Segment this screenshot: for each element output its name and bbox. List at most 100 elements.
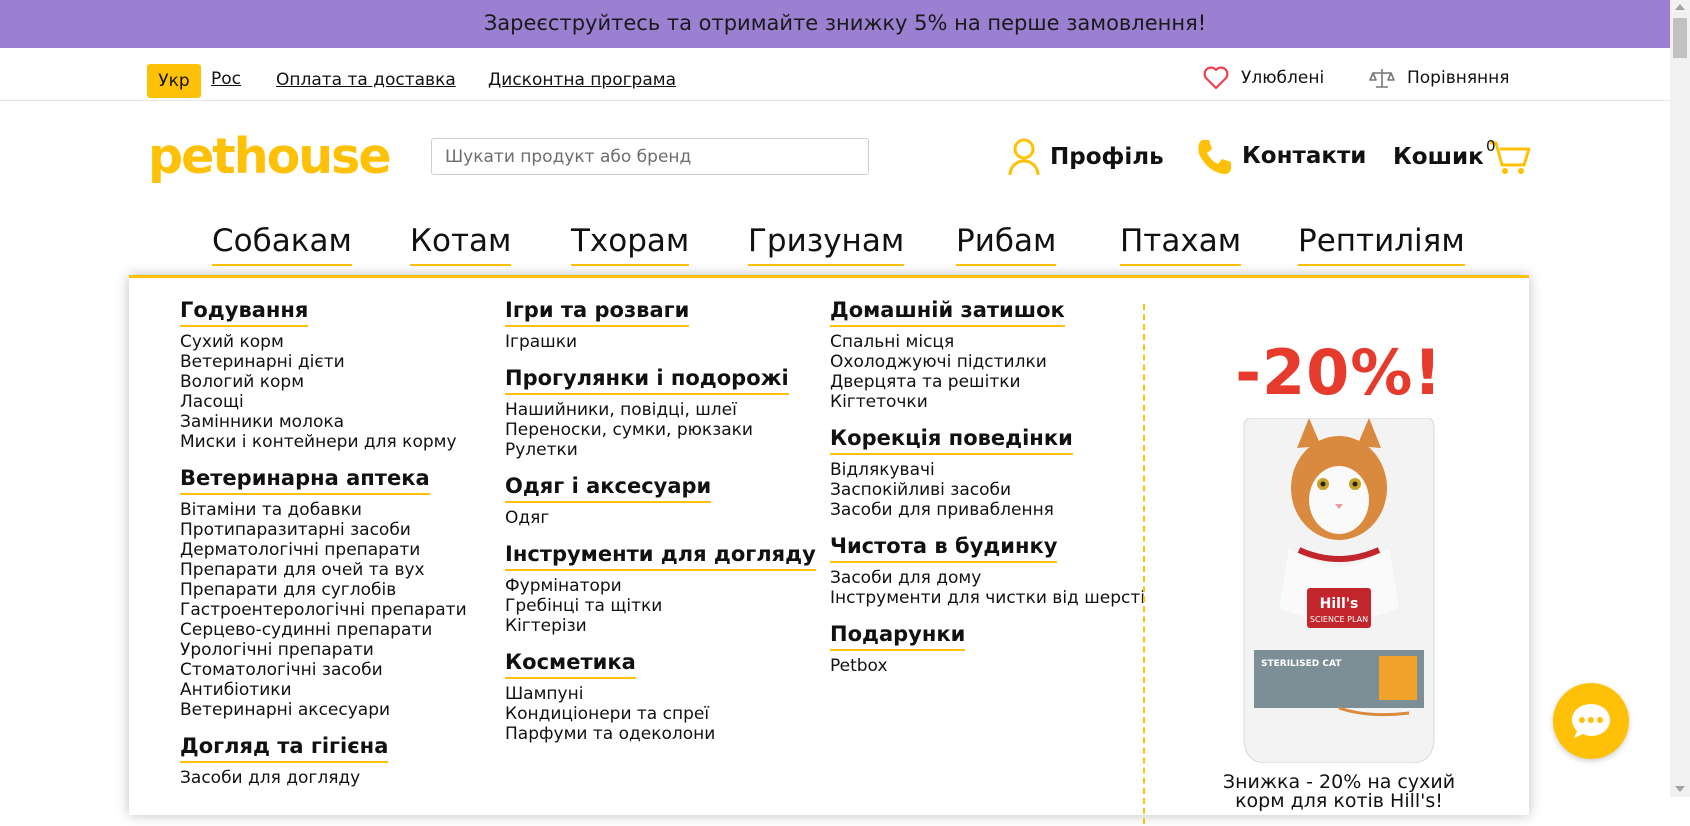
group-title-cosmetics[interactable]: Косметика [505, 650, 636, 679]
menu-group: Одяг і аксесуари Одяг [505, 474, 816, 528]
scroll-up-arrow-icon[interactable] [1675, 4, 1685, 10]
menu-link[interactable]: Сухий корм [180, 332, 467, 352]
menu-link[interactable]: Вітаміни та добавки [180, 500, 467, 520]
compare-link[interactable]: Порівняння [1369, 66, 1510, 90]
menu-link[interactable]: Відлякувачі [830, 460, 1145, 480]
profile-label: Профіль [1050, 144, 1164, 170]
menu-link[interactable]: Спальні місця [830, 332, 1145, 352]
menu-column-2: Ігри та розваги Іграшки Прогулянки і под… [505, 298, 816, 758]
menu-link[interactable]: Препарати для суглобів [180, 580, 467, 600]
menu-link[interactable]: Заспокійливі засоби [830, 480, 1145, 500]
menu-link[interactable]: Засоби для дому [830, 568, 1145, 588]
menu-link[interactable]: Препарати для очей та вух [180, 560, 467, 580]
menu-link[interactable]: Стоматологічні засоби [180, 660, 467, 680]
menu-link[interactable]: Гастроентерологічні препарати [180, 600, 467, 620]
mega-menu: Годування Сухий корм Ветеринарні дієти В… [129, 275, 1529, 824]
group-title-gifts[interactable]: Подарунки [830, 622, 966, 651]
menu-link[interactable]: Рулетки [505, 440, 816, 460]
nav-reptiles[interactable]: Рептиліям [1298, 223, 1465, 266]
search-input[interactable] [431, 138, 869, 175]
cart-label: Кошик [1393, 144, 1484, 170]
menu-link[interactable]: Фурмінатори [505, 576, 816, 596]
nav-fish[interactable]: Рибам [956, 223, 1057, 266]
menu-link[interactable]: Шампуні [505, 684, 816, 704]
scales-icon [1369, 69, 1395, 88]
lang-ukr-button[interactable]: Укр [147, 64, 201, 98]
menu-group: Косметика Шампуні Кондиціонери та спреї … [505, 650, 816, 744]
menu-link[interactable]: Інструменти для чистки від шерсті [830, 588, 1145, 608]
group-title-clothes[interactable]: Одяг і аксесуари [505, 474, 712, 503]
menu-link[interactable]: Petbox [830, 656, 1145, 676]
group-title-cleaning[interactable]: Чистота в будинку [830, 534, 1058, 563]
group-title-games[interactable]: Ігри та розваги [505, 298, 690, 327]
menu-link[interactable]: Вологий корм [180, 372, 467, 392]
lang-ros-link[interactable]: Рос [211, 69, 241, 89]
group-title-vet-pharmacy[interactable]: Ветеринарна аптека [180, 466, 430, 495]
profile-button[interactable]: Профіль [1006, 137, 1164, 177]
discount-program-link[interactable]: Дисконтна програма [488, 70, 676, 90]
menu-link[interactable]: Гребінці та щітки [505, 596, 816, 616]
scroll-thumb[interactable] [1673, 18, 1687, 58]
menu-link[interactable]: Кондиціонери та спреї [505, 704, 816, 724]
nav-birds[interactable]: Птахам [1120, 223, 1242, 266]
menu-link[interactable]: Одяг [505, 508, 816, 528]
category-nav: Собакам Котам Тхорам Гризунам Рибам Птах… [0, 218, 1670, 274]
menu-link[interactable]: Іграшки [505, 332, 816, 352]
cat-food-bag-image: Hill's SCIENCE PLAN STERILISED CAT [1243, 418, 1435, 763]
menu-group: Інструменти для догляду Фурмінатори Греб… [505, 542, 816, 636]
pethouse-logo[interactable]: pethouse [148, 131, 390, 183]
menu-link[interactable]: Дерматологічні препарати [180, 540, 467, 560]
menu-link[interactable]: Охолоджуючі підстилки [830, 352, 1145, 372]
menu-link[interactable]: Урологічні препарати [180, 640, 467, 660]
menu-link[interactable]: Парфуми та одеколони [505, 724, 816, 744]
group-title-home-comfort[interactable]: Домашній затишок [830, 298, 1065, 327]
menu-link[interactable]: Дверцята та решітки [830, 372, 1145, 392]
contacts-button[interactable]: Контакти [1196, 137, 1366, 175]
scroll-down-arrow-icon[interactable] [1675, 786, 1685, 792]
group-title-feeding[interactable]: Годування [180, 298, 309, 327]
menu-link[interactable]: Миски і контейнери для корму [180, 432, 467, 452]
menu-link[interactable]: Переноски, сумки, рюкзаки [505, 420, 816, 440]
favorites-label: Улюблені [1241, 68, 1325, 88]
menu-link[interactable]: Кігтерізи [505, 616, 816, 636]
promo-banner[interactable]: Зареєструйтесь та отримайте знижку 5% на… [0, 0, 1690, 48]
menu-group: Корекція поведінки Відлякувачі Заспокійл… [830, 426, 1145, 520]
nav-cats[interactable]: Котам [410, 223, 512, 266]
contacts-label: Контакти [1242, 143, 1367, 169]
menu-link[interactable]: Протипаразитарні засоби [180, 520, 467, 540]
group-title-behavior[interactable]: Корекція поведінки [830, 426, 1073, 455]
phone-icon [1198, 140, 1231, 174]
favorites-link[interactable]: Улюблені [1203, 66, 1324, 90]
menu-link[interactable]: Ветеринарні дієти [180, 352, 467, 372]
bag-product: STERILISED CAT [1261, 659, 1342, 669]
chat-button[interactable] [1553, 683, 1629, 759]
menu-link[interactable]: Засоби для приваблення [830, 500, 1145, 520]
delivery-link[interactable]: Оплата та доставка [276, 70, 456, 90]
page-scrollbar[interactable] [1670, 0, 1690, 797]
promo-caption: Знижка - 20% на сухий корм для котів Hil… [1159, 773, 1519, 811]
promo-card[interactable]: -20%! Hill's SCIENCE PLAN STERILISED CAT… [1159, 306, 1519, 826]
nav-ferrets[interactable]: Тхорам [571, 223, 690, 266]
bag-brand: Hill's [1320, 596, 1359, 612]
group-title-walks[interactable]: Прогулянки і подорожі [505, 366, 789, 395]
menu-group: Чистота в будинку Засоби для дому Інстру… [830, 534, 1145, 608]
promo-caption-line2: корм для котів Hill's! [1235, 790, 1443, 812]
menu-link[interactable]: Ветеринарні аксесуари [180, 700, 467, 720]
nav-dogs[interactable]: Собакам [212, 223, 352, 266]
menu-link[interactable]: Ласощі [180, 392, 467, 412]
cart-button[interactable]: Кошик [1393, 137, 1532, 177]
bag-line: SCIENCE PLAN [1310, 615, 1368, 624]
group-title-care-hygiene[interactable]: Догляд та гігієна [180, 734, 389, 763]
chat-bubble-icon [1572, 704, 1610, 738]
menu-link[interactable]: Замінники молока [180, 412, 467, 432]
menu-link[interactable]: Кігтеточки [830, 392, 1145, 412]
menu-link[interactable]: Засоби для догляду [180, 768, 467, 788]
menu-link[interactable]: Серцево-судинні препарати [180, 620, 467, 640]
menu-link[interactable]: Антибіотики [180, 680, 467, 700]
group-title-grooming-tools[interactable]: Інструменти для догляду [505, 542, 816, 571]
menu-group: Домашній затишок Спальні місця Охолоджую… [830, 298, 1145, 412]
top-bar: Укр Рос Оплата та доставка Дисконтна про… [0, 48, 1670, 101]
cart-count-badge: 0 [1486, 137, 1496, 155]
nav-rodents[interactable]: Гризунам [748, 223, 905, 266]
menu-link[interactable]: Нашийники, повідці, шлеї [505, 400, 816, 420]
